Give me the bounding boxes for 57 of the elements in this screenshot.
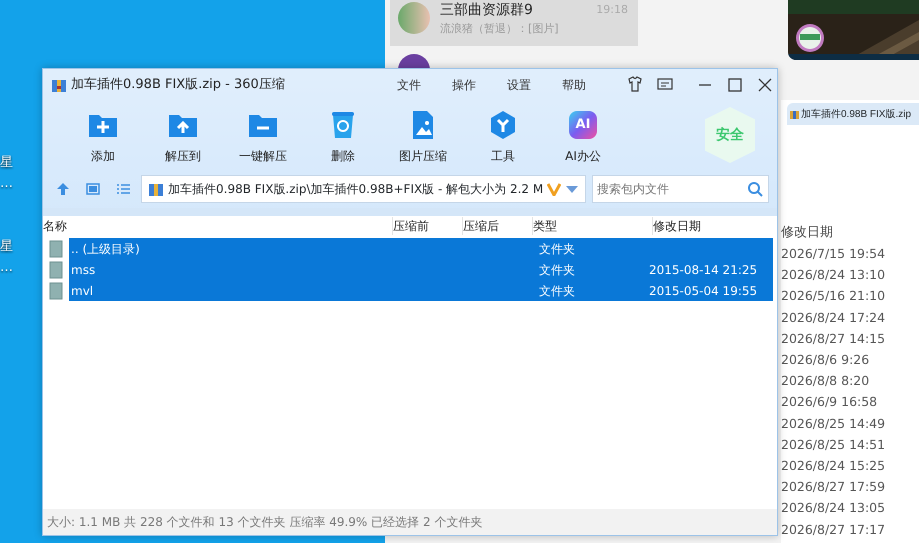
date-cell-text: 2026/8/24 17:24 [781,308,886,327]
archive-icon [790,110,799,118]
dropdown-icon[interactable] [565,184,580,194]
window-thumbnail[interactable]: 加车插件0.98B FIX版.zip [787,103,919,125]
status-bar: 大小: 1.1 MB 共 228 个文件和 13 个文件夹 压缩率 49.9% 已经选择 2 个文件夹 [43,509,777,535]
date-cell-text: 2026/8/27 14:15 [781,330,886,348]
security-badge: 安全 [705,107,755,163]
menu-item[interactable]: 操作 [452,76,476,94]
date-cell-text: 2026/7/15 19:54 [781,245,886,263]
toolbar-button[interactable]: 添加 [63,101,143,165]
toolbar-button[interactable]: AI AI办公 [543,101,623,165]
menu-item[interactable]: 设置 [507,76,531,94]
date-cell-text: 2026/8/24 13:05 [781,499,886,518]
column-header[interactable]: 修改日期 [781,223,833,242]
date-cell-text: 2026/6/9 16:58 [781,393,878,412]
date-cell-text: 2026/8/6 9:26 [781,351,870,370]
up-arrow-icon[interactable] [55,181,71,197]
toolbar-button[interactable]: 图片压缩 [383,101,463,165]
address-bar[interactable]: 加车插件0.98B FIX版.zip\加车插件0.98B+FIX版 - 解包大小为 2.2 M [141,175,586,203]
date-cell-text: 2026/8/24 13:10 [781,266,886,284]
folder-icon [49,240,63,258]
toolbar-button[interactable]: 工具 [463,101,543,165]
menu-item[interactable]: 帮助 [562,76,586,94]
column-header[interactable]: 压缩前 [392,217,462,235]
avatar-icon [398,2,430,34]
thumbnail-view-icon[interactable] [85,181,101,197]
archive-icon [148,181,164,197]
toolbar-button[interactable]: 解压到 [143,101,223,165]
column-header[interactable]: 名称 [43,217,392,235]
date-cell-text: 2026/8/27 17:17 [781,520,886,539]
message-preview: 流浪猪（暂退）：[图片] [440,21,559,37]
column-header[interactable]: 压缩后 [462,217,532,235]
chat-name: 三部曲资源群9 [440,1,534,20]
date-cell-text: 2026/8/8 8:20 [781,372,870,390]
column-header[interactable]: 类型 [532,217,652,235]
thumbnail-path: 加车插件0.98B FIX版.zip [801,108,912,122]
v-icon [547,182,562,196]
file-row[interactable]: mss 文件夹 2015-08-14 21:25 [69,259,773,280]
ai-app-icon [567,109,599,141]
folder-icon [49,282,63,300]
file-row[interactable]: .. (上级目录) 文件夹 [69,238,773,259]
menu-item[interactable]: 文件 [397,76,421,94]
date-cell-text: 2026/5/16 21:10 [781,287,886,306]
search-field[interactable]: 搜索包内文件 [592,175,769,203]
window-title: 加车插件0.98B FIX版.zip - 360压缩 [71,76,285,94]
column-header[interactable]: 修改日期 [652,217,772,235]
file-row[interactable]: mvl 文件夹 2015-05-04 19:55 [69,280,773,301]
folder-icon [49,260,63,278]
toolbar-button[interactable]: 删除 [303,101,383,165]
date-cell-text: 2026/8/25 14:51 [781,436,886,454]
date-cell-text: 2026/8/25 14:49 [781,414,886,433]
date-cell-text: 2026/8/24 15:25 [781,457,886,476]
search-icon[interactable] [747,181,763,197]
address-path: 加车插件0.98B FIX版.zip\加车插件0.98B+FIX版 - 解包大小为 2.2 M [168,181,544,198]
toolbar-button[interactable]: 一键解压 [223,101,303,165]
archive-icon [51,77,67,93]
date-cell-text: 2026/8/27 17:59 [781,478,886,496]
